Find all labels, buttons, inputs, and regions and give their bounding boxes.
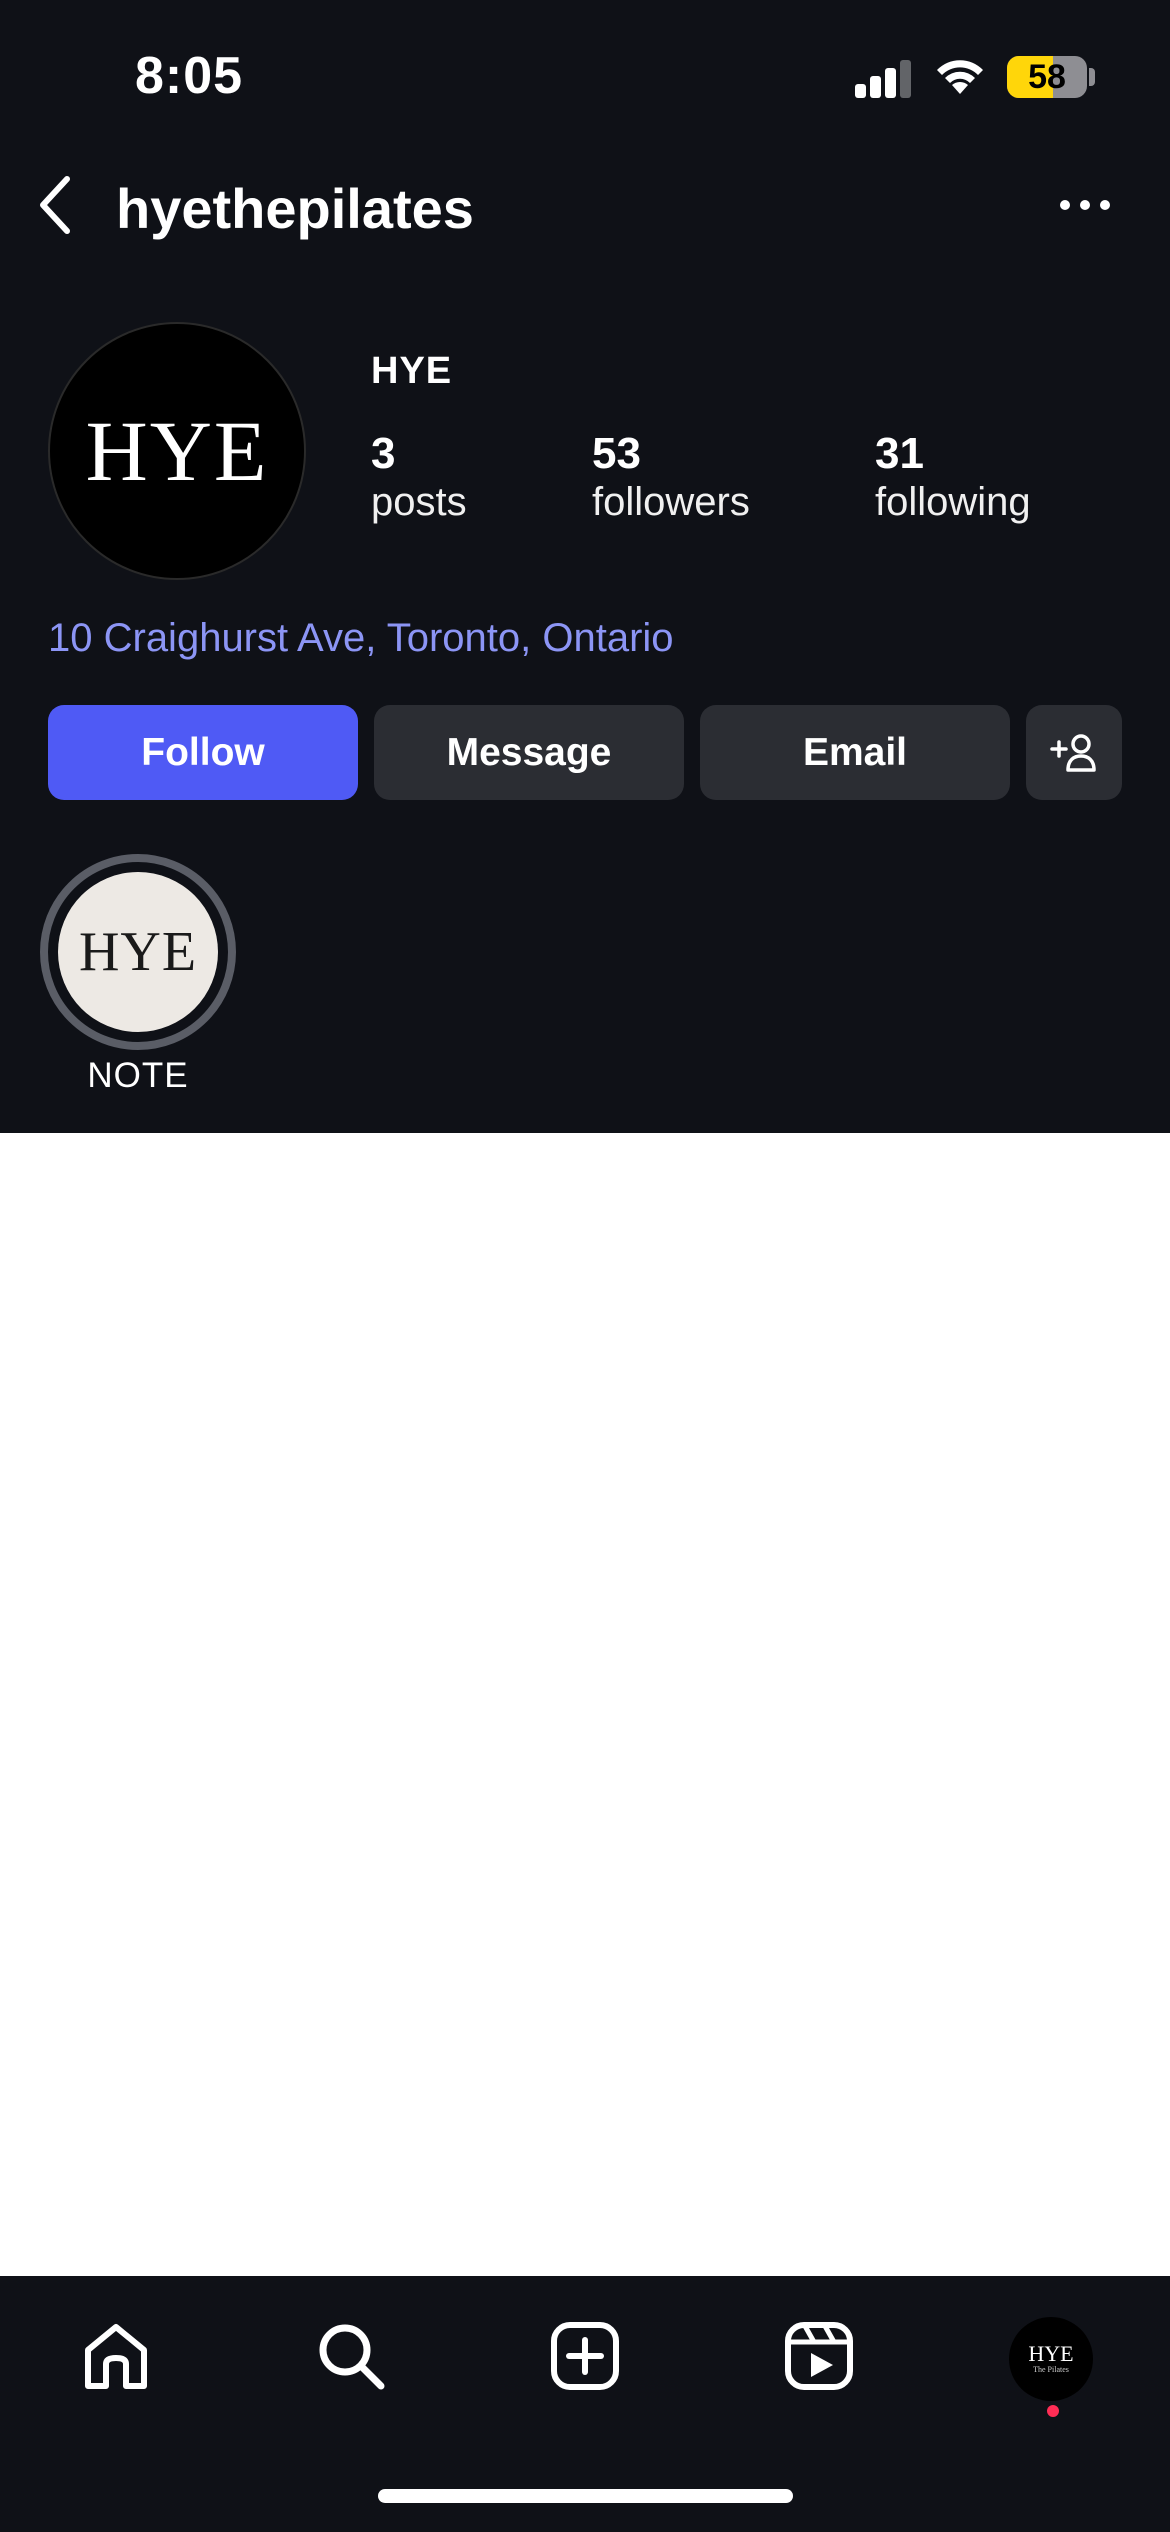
suggested-accounts-button[interactable] bbox=[1026, 705, 1122, 800]
battery-percentage: 58 bbox=[1028, 58, 1066, 96]
tab-profile[interactable]: HYE The Pilates bbox=[1009, 2317, 1093, 2401]
tab-create[interactable] bbox=[545, 2316, 625, 2396]
status-time: 8:05 bbox=[135, 47, 244, 105]
profile-address-link[interactable]: 10 Craighurst Ave, Toronto, Ontario bbox=[48, 616, 674, 661]
message-button[interactable]: Message bbox=[374, 705, 684, 800]
cellular-signal-icon bbox=[855, 58, 915, 98]
followers-count: 53 bbox=[592, 429, 641, 478]
highlight-cover: HYE bbox=[58, 872, 218, 1032]
back-button[interactable] bbox=[20, 170, 90, 240]
profile-avatar[interactable]: HYE bbox=[48, 322, 306, 580]
more-options-button[interactable] bbox=[1050, 170, 1120, 240]
email-button[interactable]: Email bbox=[700, 705, 1010, 800]
tab-home[interactable] bbox=[76, 2316, 156, 2396]
tab-search[interactable] bbox=[311, 2316, 391, 2396]
stat-followers[interactable]: 53 followers bbox=[592, 429, 750, 526]
chevron-left-icon bbox=[40, 176, 70, 234]
follow-button[interactable]: Follow bbox=[48, 705, 358, 800]
following-label: following bbox=[875, 480, 1031, 525]
posts-label: posts bbox=[371, 480, 467, 525]
highlight-cover-text: HYE bbox=[78, 921, 198, 983]
tab-profile-avatar-sub: The Pilates bbox=[1033, 2364, 1069, 2374]
reels-icon bbox=[785, 2322, 853, 2390]
profile-username: hyethepilates bbox=[116, 177, 474, 240]
profile-display-name: HYE bbox=[371, 350, 453, 392]
tab-profile-avatar-text: HYE bbox=[1028, 2340, 1074, 2366]
home-indicator[interactable] bbox=[378, 2489, 793, 2503]
add-person-icon bbox=[1050, 733, 1096, 772]
more-horizontal-icon bbox=[1060, 200, 1070, 210]
create-post-icon bbox=[551, 2322, 619, 2390]
home-icon bbox=[85, 2324, 147, 2389]
stat-following[interactable]: 31 following bbox=[875, 429, 1031, 526]
stat-posts[interactable]: 3 posts bbox=[371, 429, 467, 526]
following-count: 31 bbox=[875, 429, 924, 478]
story-highlight[interactable]: HYE bbox=[40, 854, 236, 1050]
avatar-logo-text: HYE bbox=[85, 403, 269, 499]
followers-label: followers bbox=[592, 480, 750, 525]
battery-indicator: 58 bbox=[1007, 56, 1087, 98]
battery-nub bbox=[1089, 68, 1095, 86]
search-icon bbox=[319, 2324, 385, 2390]
notification-dot bbox=[1047, 2405, 1059, 2417]
wifi-icon bbox=[932, 54, 988, 96]
tab-reels[interactable] bbox=[779, 2316, 859, 2396]
posts-count: 3 bbox=[371, 429, 396, 478]
highlight-label: NOTE bbox=[87, 1056, 189, 1095]
